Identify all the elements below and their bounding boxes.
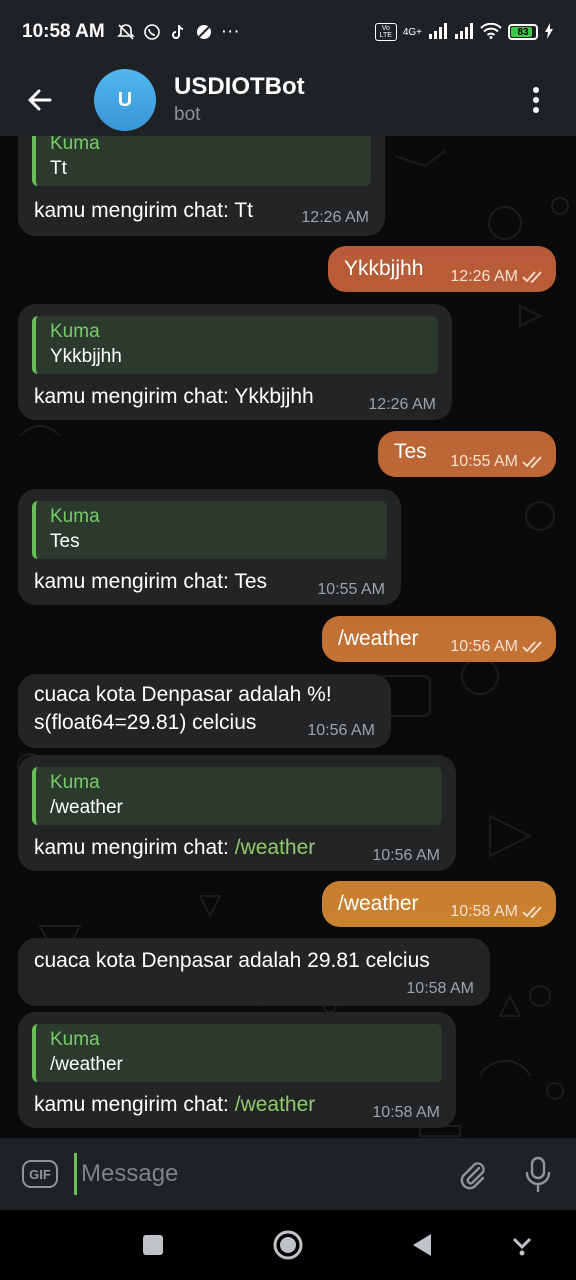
chat-title: USDIOTBot <box>174 73 305 100</box>
chat-subtitle: bot <box>174 104 201 125</box>
outgoing-message[interactable]: /weather 10:56 AM <box>322 616 556 662</box>
reply-text: Ykkbjjhh <box>50 346 122 367</box>
read-ticks-icon <box>522 456 542 468</box>
home-circle-icon <box>273 1230 303 1260</box>
incoming-message[interactable]: Kuma Tes kamu mengirim chat: Tes 10:55 A… <box>18 489 401 605</box>
incoming-message[interactable]: Kuma Tt kamu mengirim chat: Tt 12:26 AM <box>18 136 385 236</box>
whatsapp-icon <box>143 23 161 41</box>
message-text: Tes <box>394 440 427 463</box>
message-list[interactable]: Kuma Tt kamu mengirim chat: Tt 12:26 AM … <box>0 136 576 1138</box>
message-text: kamu mengirim chat: Tes <box>34 570 268 593</box>
system-back-button[interactable] <box>404 1227 440 1263</box>
message-text: kamu mengirim chat: /weather <box>34 1093 316 1116</box>
signal-icon <box>428 22 448 42</box>
message-line-1: cuaca kota Denpasar adalah %! <box>34 683 332 706</box>
command-link[interactable]: /weather <box>235 1093 316 1116</box>
composer: GIF <box>0 1138 576 1210</box>
back-button[interactable] <box>20 80 60 120</box>
microphone-button[interactable] <box>518 1154 558 1194</box>
home-button[interactable] <box>270 1227 306 1263</box>
wifi-icon <box>480 22 502 42</box>
message-input[interactable] <box>74 1153 443 1195</box>
reply-quote[interactable]: Kuma Ykkbjjhh <box>32 316 438 374</box>
status-time: 10:58 AM <box>22 21 105 42</box>
reply-author: Kuma <box>50 136 100 154</box>
incoming-message[interactable]: Kuma /weather kamu mengirim chat: /weath… <box>18 1012 456 1128</box>
message-text: cuaca kota Denpasar adalah 29.81 celcius <box>34 949 430 972</box>
outgoing-message[interactable]: Tes 10:55 AM <box>378 431 556 477</box>
message-time: 12:26 AM <box>368 396 436 413</box>
chevron-down-icon <box>512 1237 532 1256</box>
reply-author: Kuma <box>50 1029 100 1050</box>
attach-button[interactable] <box>454 1156 490 1192</box>
message-time: 10:58 AM <box>450 903 546 921</box>
gif-button[interactable]: GIF <box>22 1160 58 1188</box>
message-time: 10:55 AM <box>450 453 546 471</box>
app-circle-icon <box>195 23 213 41</box>
chat-header: U USDIOTBot bot <box>0 64 576 136</box>
chat-title-block[interactable]: USDIOTBot bot <box>174 72 305 128</box>
system-nav-bar <box>0 1210 576 1280</box>
message-text: kamu mengirim chat: /weather <box>34 836 316 859</box>
hide-keyboard-button[interactable] <box>504 1227 540 1263</box>
reply-text: /weather <box>50 1054 123 1075</box>
reply-author: Kuma <box>50 506 100 527</box>
read-ticks-icon <box>522 271 542 283</box>
status-bar: 10:58 AM ··· Vo LTE 4G+ 83 <box>0 0 576 64</box>
volte-icon: Vo LTE <box>374 23 397 41</box>
reply-author: Kuma <box>50 772 100 793</box>
message-time: 10:55 AM <box>317 581 385 598</box>
incoming-message[interactable]: Kuma /weather kamu mengirim chat: /weath… <box>18 755 456 871</box>
message-text: /weather <box>338 627 419 650</box>
message-time: 12:26 AM <box>450 268 546 286</box>
square-icon <box>143 1235 163 1255</box>
incoming-message[interactable]: cuaca kota Denpasar adalah 29.81 celcius… <box>18 938 490 1006</box>
recents-button[interactable] <box>135 1227 171 1263</box>
triangle-back-icon <box>413 1234 431 1256</box>
microphone-icon <box>525 1156 551 1193</box>
mute-bell-icon <box>116 23 135 41</box>
reply-text: /weather <box>50 797 123 818</box>
outgoing-message[interactable]: /weather 10:58 AM <box>322 881 556 927</box>
message-time: 10:58 AM <box>372 1104 440 1121</box>
message-line-2: s(float64=29.81) celcius <box>34 711 257 734</box>
message-text: kamu mengirim chat: Tt <box>34 199 254 222</box>
incoming-message[interactable]: cuaca kota Denpasar adalah %! s(float64=… <box>18 674 391 748</box>
reply-text: Tes <box>50 531 80 552</box>
message-text: /weather <box>338 892 419 915</box>
read-ticks-icon <box>522 641 542 653</box>
reply-quote[interactable]: Kuma Tt <box>32 136 371 186</box>
message-time: 10:58 AM <box>406 980 474 997</box>
message-time: 10:56 AM <box>307 722 375 739</box>
paperclip-icon <box>460 1162 485 1190</box>
message-time: 10:56 AM <box>450 638 546 656</box>
charging-icon <box>544 22 554 42</box>
reply-text: Tt <box>50 158 67 179</box>
tiktok-icon <box>169 23 187 41</box>
message-time: 10:56 AM <box>372 847 440 864</box>
more-notifications: ··· <box>220 21 240 42</box>
battery-icon: 83 <box>508 24 538 40</box>
signal-2-icon <box>454 22 474 42</box>
message-time: 12:26 AM <box>301 209 369 226</box>
vertical-dots-icon <box>533 87 539 113</box>
message-text: Ykkbjjhh <box>344 257 424 280</box>
reply-quote[interactable]: Kuma /weather <box>32 1024 442 1082</box>
network-type: 4G+ <box>402 26 422 38</box>
avatar[interactable]: U <box>94 69 156 131</box>
command-link[interactable]: /weather <box>235 836 316 859</box>
outgoing-message[interactable]: Ykkbjjhh 12:26 AM <box>328 246 556 292</box>
more-options-button[interactable] <box>518 82 554 118</box>
message-text: kamu mengirim chat: Ykkbjjhh <box>34 385 314 408</box>
incoming-message[interactable]: Kuma Ykkbjjhh kamu mengirim chat: Ykkbjj… <box>18 304 452 420</box>
reply-quote[interactable]: Kuma /weather <box>32 767 442 825</box>
read-ticks-icon <box>522 906 542 918</box>
arrow-left-icon <box>28 89 52 111</box>
reply-quote[interactable]: Kuma Tes <box>32 501 387 559</box>
reply-author: Kuma <box>50 321 100 342</box>
